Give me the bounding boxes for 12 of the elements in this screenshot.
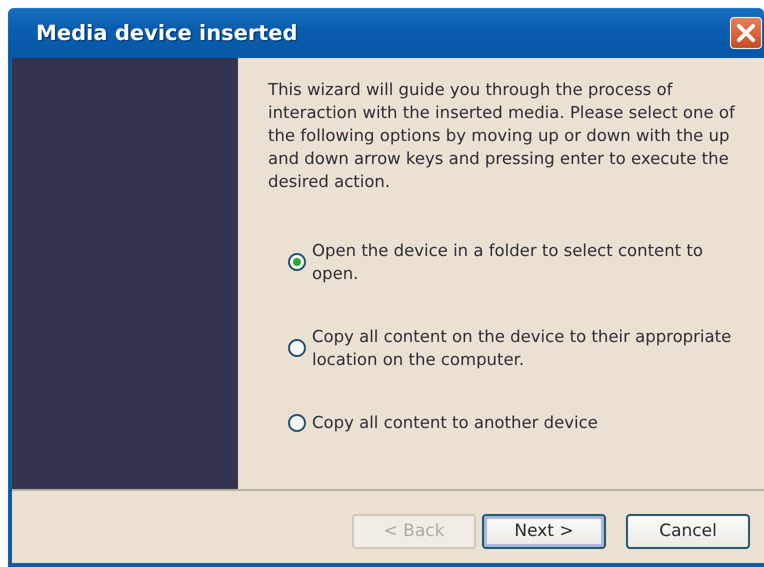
wizard-button[interactable]: Next > [482,514,606,548]
radio-button[interactable] [288,414,306,432]
option-label[interactable]: Open the device in a folder to select content to open. [312,239,748,285]
window-title: Media device inserted [36,21,298,45]
radio-button[interactable] [288,339,306,357]
intro-text: This wizard will guide you through the process of interaction with the inserted media. Please select one of the following options by moving up or down with the up and down arrow keys and pressing enter to execute the desired action. [268,79,736,193]
close-icon [736,23,756,43]
option-label[interactable]: Copy all content on the device to their appropriate location on the computer. [312,325,732,371]
option-label[interactable]: Copy all content to another device [312,411,598,434]
wizard-button[interactable]: Cancel [626,514,750,548]
close-button[interactable] [730,17,762,49]
radio-button[interactable] [288,253,306,271]
